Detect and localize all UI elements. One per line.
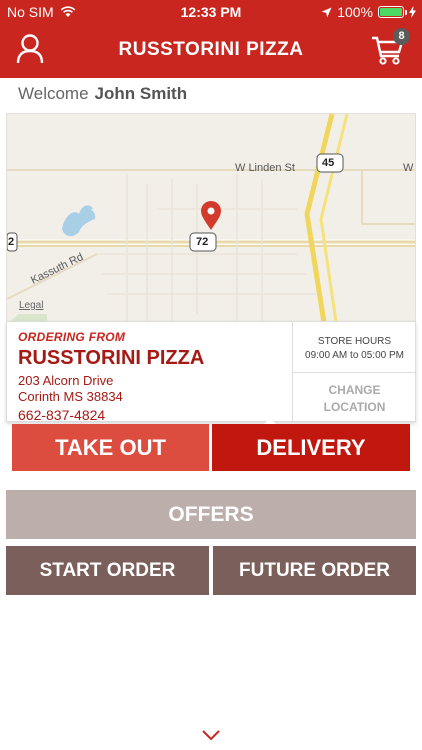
store-address: 203 Alcorn Drive Corinth MS 38834 [18,373,288,405]
map-label-w: W [403,162,414,174]
map-label-linden: W Linden St [235,162,295,174]
cart-button[interactable]: 8 [371,28,410,66]
charging-icon [409,6,416,18]
map-label-route45: 45 [322,157,335,169]
store-address-line2: Corinth MS 38834 [18,389,123,404]
map-label-route2: 2 [8,236,15,248]
card-divider [293,372,416,373]
app-header: No SIM 12:33 PM 100% RUSSTORINI PIZZA 8 [0,0,422,78]
future-order-button[interactable]: FUTURE ORDER [213,546,416,595]
store-address-line1: 203 Alcorn Drive [18,373,114,388]
map-label-route72: 72 [196,236,209,248]
store-info-card: ORDERING FROM RUSSTORINI PIZZA 203 Alcor… [6,321,416,438]
take-out-button[interactable]: TAKE OUT [12,424,209,471]
battery-icon [378,6,407,18]
user-name: John Smith [94,84,188,103]
store-details: ORDERING FROM RUSSTORINI PIZZA 203 Alcor… [18,330,288,423]
ordering-from-label: ORDERING FROM [18,330,126,344]
map-pin-icon[interactable] [200,201,222,231]
status-bar: No SIM 12:33 PM 100% [0,0,422,24]
store-phone[interactable]: 662-837-4824 [18,407,288,423]
store-map[interactable]: W Linden St W 45 72 2 Kassuth Rd Legal [6,113,416,328]
welcome-greeting: Welcome [18,84,89,103]
location-arrow-icon [321,7,332,17]
store-hours-value: 09:00 AM to 05:00 PM [305,350,404,361]
change-location-line1: CHANGE [328,383,381,397]
welcome-message: Welcome John Smith [18,84,187,104]
app-title: RUSSTORINI PIZZA [118,39,304,60]
change-location-line2: LOCATION [323,400,386,414]
change-location-button[interactable]: CHANGE LOCATION [293,382,416,416]
nav-bar: RUSSTORINI PIZZA 8 [0,24,422,78]
cart-count-badge: 8 [393,28,410,45]
delivery-button[interactable]: DELIVERY [212,424,410,471]
offers-button[interactable]: OFFERS [6,490,416,539]
chevron-down-icon[interactable] [201,728,221,742]
battery-percent: 100% [337,4,373,20]
store-name: RUSSTORINI PIZZA [18,347,205,369]
status-right: 100% [321,4,416,20]
map-legal-link[interactable]: Legal [19,300,43,311]
start-order-button[interactable]: START ORDER [6,546,209,595]
store-hours-title: STORE HOURS [317,336,392,347]
